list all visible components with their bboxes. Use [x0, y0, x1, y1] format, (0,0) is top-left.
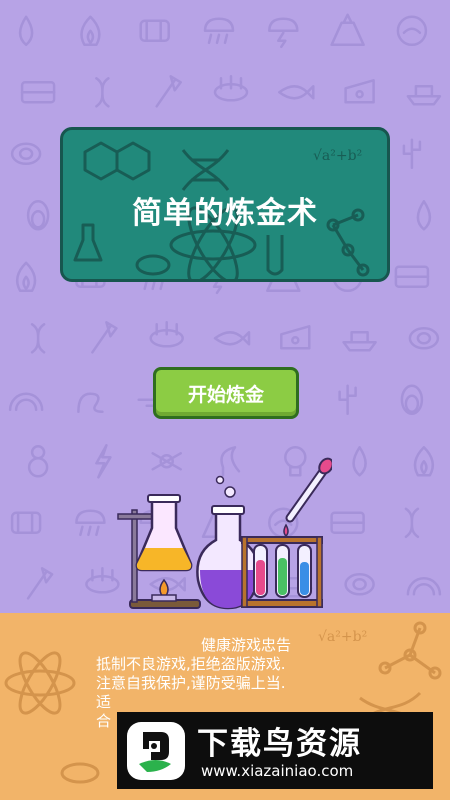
watermark-site-name: 下载鸟资源 [197, 726, 362, 762]
fossil-icon [139, 19, 170, 43]
lab-equipment-illustration [117, 457, 332, 610]
bacteria-icon [60, 762, 100, 784]
axe-icon [26, 567, 54, 600]
egg-icon [408, 327, 440, 350]
boat-icon [406, 85, 442, 106]
egg-icon [344, 573, 375, 596]
site-watermark: 下载鸟资源 www.xiazainiao.com [117, 712, 433, 789]
field-icon [20, 81, 56, 104]
molecule-icon-2 [115, 141, 151, 181]
health-notice-line: 适 [96, 693, 112, 711]
atom-icon [4, 669, 76, 697]
flame-icon [151, 578, 177, 602]
health-notice-title: 健康游戏忠告 [200, 636, 291, 654]
dropper-icon [283, 457, 332, 538]
egg-icon [10, 142, 42, 166]
fossil-icon [10, 511, 42, 535]
bacteria-icon [135, 254, 171, 276]
field-icon [330, 511, 365, 535]
rain-cloud-icon [203, 17, 235, 45]
bird-logo-icon [127, 722, 185, 780]
rainbow-icon [406, 577, 442, 596]
penguin-icon [400, 384, 424, 416]
game-title-card: √a²+b² 简单的炼金术 [60, 127, 390, 282]
game-title: 简单的炼金术 [132, 196, 318, 231]
molecule-icon [83, 141, 119, 181]
rainbow-icon [8, 392, 44, 412]
fishbowl-icon [396, 15, 428, 47]
field-icon [394, 265, 430, 289]
cactus-icon [402, 138, 422, 170]
water-drop-icon [18, 15, 34, 47]
snowman-icon [27, 445, 49, 478]
fire-icon [413, 446, 435, 477]
water-drop-icon [352, 446, 367, 477]
cactus-icon [338, 384, 357, 416]
swamp-icon [149, 321, 184, 348]
atom-icon [169, 229, 257, 261]
health-notice-line: 抵制不良游戏,拒绝盗版游戏. [96, 655, 286, 673]
test-tube-icon [266, 235, 284, 276]
axe-icon [155, 75, 182, 108]
boat-icon [342, 331, 377, 352]
dna-icon [181, 149, 230, 191]
health-notice-line: 注意自我保护,谨防受骗上当. [96, 674, 286, 692]
axe-icon [91, 321, 118, 354]
fire-icon [80, 15, 101, 47]
swamp-icon [213, 75, 249, 102]
water-drop-icon [416, 200, 432, 231]
test-tube-rack-icon [241, 536, 323, 608]
dna-icon [30, 323, 46, 354]
fire-icon [15, 261, 37, 293]
dna-icon [95, 77, 110, 108]
watermark-url: www.xiazainiao.com [201, 762, 354, 780]
cheese-icon [280, 325, 311, 350]
cheese-icon [344, 79, 375, 104]
fish-icon [213, 331, 251, 346]
volcano-icon [330, 13, 365, 47]
yellow-flask-icon [135, 494, 193, 572]
start-alchemy-button[interactable]: 开始炼金 [153, 367, 299, 419]
penguin-icon [26, 200, 50, 231]
snake-icon [77, 392, 104, 414]
lightning-icon [95, 444, 112, 479]
rain-cloud-icon [75, 509, 106, 537]
dna-icon [404, 507, 420, 539]
fish-icon [278, 85, 315, 100]
storm-cloud-icon [268, 17, 299, 49]
formula-text: √a²+b² [313, 148, 362, 164]
